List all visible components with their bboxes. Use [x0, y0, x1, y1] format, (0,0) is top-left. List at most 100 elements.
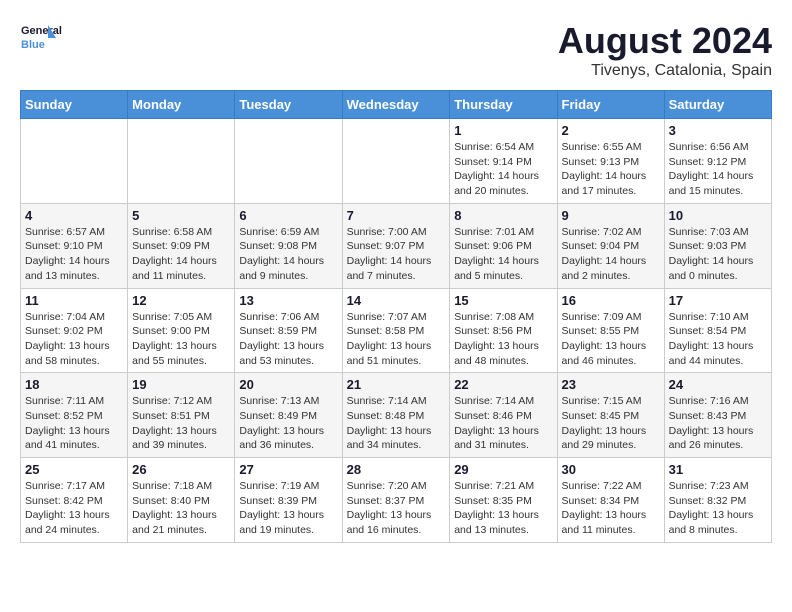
day-info: Sunrise: 7:11 AMSunset: 8:52 PMDaylight:… [25, 394, 123, 453]
calendar-cell: 14Sunrise: 7:07 AMSunset: 8:58 PMDayligh… [342, 288, 450, 373]
day-number: 14 [347, 293, 446, 308]
calendar-cell [235, 119, 342, 204]
week-row-5: 25 Sunrise: 7:17 AMSunset: 8:42 PMDayligh… [21, 458, 772, 543]
weekday-header-thursday: Thursday [450, 91, 557, 119]
day-info: Sunrise: 7:09 AMSunset: 8:55 PMDaylight:… [562, 310, 660, 369]
day-info: Sunrise: 7:17 AMSunset: 8:42 PMDaylight:… [25, 479, 123, 538]
calendar-cell: 15 Sunrise: 7:08 AMSunset: 8:56 PMDayligh… [450, 288, 557, 373]
day-number: 6 [239, 208, 337, 223]
calendar-cell: 22 Sunrise: 7:14 AMSunset: 8:46 PMDayligh… [450, 373, 557, 458]
day-number: 28 [347, 462, 446, 477]
calendar-cell: 24 Sunrise: 7:16 AMSunset: 8:43 PMDayligh… [664, 373, 771, 458]
day-info: Sunrise: 7:13 AMSunset: 8:49 PMDaylight:… [239, 394, 337, 453]
svg-text:Blue: Blue [21, 39, 45, 51]
day-info: Sunrise: 7:06 AMSunset: 8:59 PMDaylight:… [239, 310, 337, 369]
calendar-cell: 2Sunrise: 6:55 AMSunset: 9:13 PMDaylight… [557, 119, 664, 204]
calendar-table: SundayMondayTuesdayWednesdayThursdayFrid… [20, 90, 772, 543]
day-number: 22 [454, 377, 552, 392]
calendar-cell [21, 119, 128, 204]
day-number: 27 [239, 462, 337, 477]
day-info: Sunrise: 7:16 AMSunset: 8:43 PMDaylight:… [669, 394, 767, 453]
calendar-cell: 10 Sunrise: 7:03 AMSunset: 9:03 PMDayligh… [664, 203, 771, 288]
day-info: Sunrise: 7:01 AMSunset: 9:06 PMDaylight:… [454, 225, 552, 284]
weekday-header-row: SundayMondayTuesdayWednesdayThursdayFrid… [21, 91, 772, 119]
day-info: Sunrise: 7:21 AMSunset: 8:35 PMDaylight:… [454, 479, 552, 538]
calendar-cell [128, 119, 235, 204]
location-subtitle: Tivenys, Catalonia, Spain [558, 62, 772, 80]
weekday-header-wednesday: Wednesday [342, 91, 450, 119]
day-number: 20 [239, 377, 337, 392]
calendar-cell: 17 Sunrise: 7:10 AMSunset: 8:54 PMDayligh… [664, 288, 771, 373]
weekday-header-friday: Friday [557, 91, 664, 119]
day-info: Sunrise: 7:20 AMSunset: 8:37 PMDaylight:… [347, 479, 446, 538]
day-number: 10 [669, 208, 767, 223]
calendar-cell: 12Sunrise: 7:05 AMSunset: 9:00 PMDayligh… [128, 288, 235, 373]
calendar-cell [342, 119, 450, 204]
page-header: General Blue August 2024 Tivenys, Catalo… [20, 20, 772, 80]
day-number: 24 [669, 377, 767, 392]
day-info: Sunrise: 7:14 AMSunset: 8:48 PMDaylight:… [347, 394, 446, 453]
calendar-cell: 23 Sunrise: 7:15 AMSunset: 8:45 PMDayligh… [557, 373, 664, 458]
day-number: 7 [347, 208, 446, 223]
day-info: Sunrise: 6:58 AMSunset: 9:09 PMDaylight:… [132, 225, 230, 284]
title-block: August 2024 Tivenys, Catalonia, Spain [558, 20, 772, 80]
calendar-cell: 20 Sunrise: 7:13 AMSunset: 8:49 PMDayligh… [235, 373, 342, 458]
day-info: Sunrise: 6:56 AMSunset: 9:12 PMDaylight:… [669, 140, 767, 199]
calendar-cell: 21 Sunrise: 7:14 AMSunset: 8:48 PMDayligh… [342, 373, 450, 458]
calendar-cell: 19 Sunrise: 7:12 AMSunset: 8:51 PMDayligh… [128, 373, 235, 458]
day-number: 11 [25, 293, 123, 308]
calendar-cell: 30 Sunrise: 7:22 AMSunset: 8:34 PMDayligh… [557, 458, 664, 543]
day-number: 26 [132, 462, 230, 477]
day-number: 25 [25, 462, 123, 477]
day-number: 30 [562, 462, 660, 477]
day-info: Sunrise: 7:23 AMSunset: 8:32 PMDaylight:… [669, 479, 767, 538]
day-info: Sunrise: 7:08 AMSunset: 8:56 PMDaylight:… [454, 310, 552, 369]
day-info: Sunrise: 7:18 AMSunset: 8:40 PMDaylight:… [132, 479, 230, 538]
day-number: 5 [132, 208, 230, 223]
day-number: 21 [347, 377, 446, 392]
weekday-header-tuesday: Tuesday [235, 91, 342, 119]
svg-text:General: General [21, 25, 62, 37]
calendar-cell: 8 Sunrise: 7:01 AMSunset: 9:06 PMDaylight… [450, 203, 557, 288]
calendar-cell: 13 Sunrise: 7:06 AMSunset: 8:59 PMDayligh… [235, 288, 342, 373]
day-number: 15 [454, 293, 552, 308]
day-info: Sunrise: 7:12 AMSunset: 8:51 PMDaylight:… [132, 394, 230, 453]
calendar-cell: 5 Sunrise: 6:58 AMSunset: 9:09 PMDaylight… [128, 203, 235, 288]
day-info: Sunrise: 7:03 AMSunset: 9:03 PMDaylight:… [669, 225, 767, 284]
day-info: Sunrise: 6:59 AMSunset: 9:08 PMDaylight:… [239, 225, 337, 284]
day-number: 17 [669, 293, 767, 308]
day-number: 18 [25, 377, 123, 392]
calendar-cell: 16Sunrise: 7:09 AMSunset: 8:55 PMDayligh… [557, 288, 664, 373]
day-number: 2 [562, 123, 660, 138]
week-row-3: 11 Sunrise: 7:04 AMSunset: 9:02 PMDayligh… [21, 288, 772, 373]
day-number: 19 [132, 377, 230, 392]
calendar-cell: 31Sunrise: 7:23 AMSunset: 8:32 PMDayligh… [664, 458, 771, 543]
calendar-cell: 3Sunrise: 6:56 AMSunset: 9:12 PMDaylight… [664, 119, 771, 204]
day-info: Sunrise: 7:10 AMSunset: 8:54 PMDaylight:… [669, 310, 767, 369]
main-title: August 2024 [558, 20, 772, 62]
calendar-cell: 4Sunrise: 6:57 AMSunset: 9:10 PMDaylight… [21, 203, 128, 288]
day-info: Sunrise: 7:04 AMSunset: 9:02 PMDaylight:… [25, 310, 123, 369]
weekday-header-saturday: Saturday [664, 91, 771, 119]
week-row-1: 1Sunrise: 6:54 AMSunset: 9:14 PMDaylight… [21, 119, 772, 204]
day-info: Sunrise: 7:15 AMSunset: 8:45 PMDaylight:… [562, 394, 660, 453]
day-number: 12 [132, 293, 230, 308]
calendar-cell: 7 Sunrise: 7:00 AMSunset: 9:07 PMDaylight… [342, 203, 450, 288]
day-number: 8 [454, 208, 552, 223]
day-info: Sunrise: 6:57 AMSunset: 9:10 PMDaylight:… [25, 225, 123, 284]
calendar-cell: 9Sunrise: 7:02 AMSunset: 9:04 PMDaylight… [557, 203, 664, 288]
calendar-cell: 27 Sunrise: 7:19 AMSunset: 8:39 PMDayligh… [235, 458, 342, 543]
week-row-2: 4Sunrise: 6:57 AMSunset: 9:10 PMDaylight… [21, 203, 772, 288]
day-info: Sunrise: 7:19 AMSunset: 8:39 PMDaylight:… [239, 479, 337, 538]
weekday-header-sunday: Sunday [21, 91, 128, 119]
day-info: Sunrise: 7:14 AMSunset: 8:46 PMDaylight:… [454, 394, 552, 453]
week-row-4: 18 Sunrise: 7:11 AMSunset: 8:52 PMDayligh… [21, 373, 772, 458]
day-number: 1 [454, 123, 552, 138]
day-number: 13 [239, 293, 337, 308]
day-number: 23 [562, 377, 660, 392]
logo: General Blue [20, 20, 110, 60]
day-info: Sunrise: 7:22 AMSunset: 8:34 PMDaylight:… [562, 479, 660, 538]
calendar-cell: 18 Sunrise: 7:11 AMSunset: 8:52 PMDayligh… [21, 373, 128, 458]
day-info: Sunrise: 7:02 AMSunset: 9:04 PMDaylight:… [562, 225, 660, 284]
day-info: Sunrise: 7:00 AMSunset: 9:07 PMDaylight:… [347, 225, 446, 284]
